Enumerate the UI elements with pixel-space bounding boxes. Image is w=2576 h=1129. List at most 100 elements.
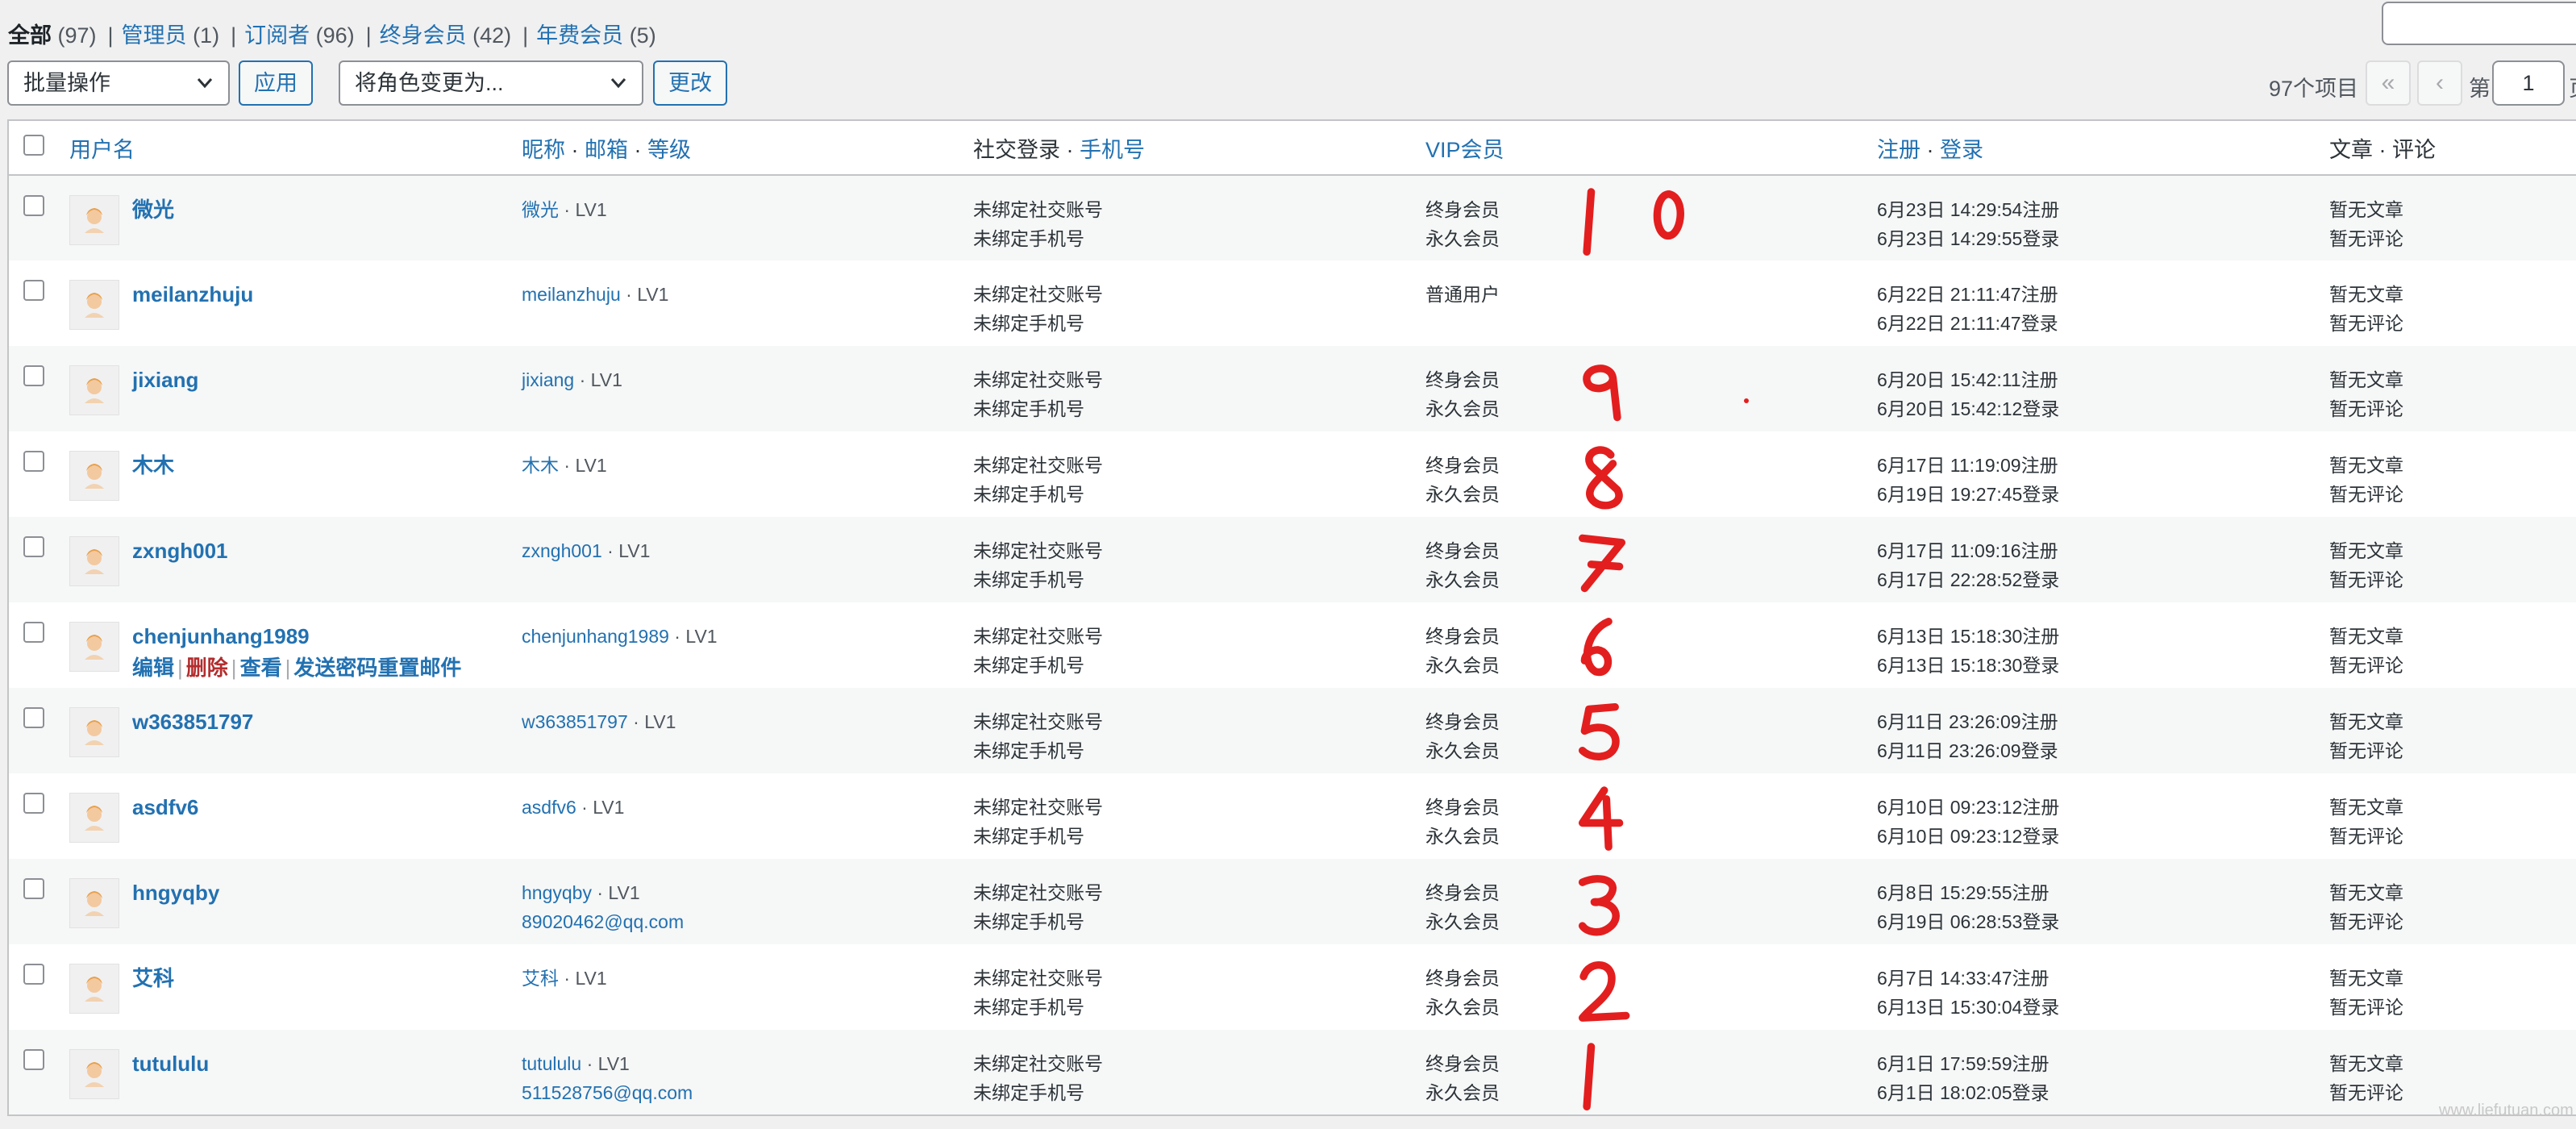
- row-checkbox[interactable]: [23, 365, 44, 386]
- email-link[interactable]: 511528756@qq.com: [522, 1082, 693, 1103]
- login-time: 6月19日 19:27:45登录: [1877, 484, 2060, 505]
- delete-link[interactable]: 删除: [186, 656, 228, 680]
- bulk-action-select[interactable]: 批量操作: [7, 60, 230, 106]
- table-row: zxngh001 zxngh001 · LV1 未绑定社交账号 未绑定手机号 终身会员永…: [8, 517, 2576, 602]
- nick-link[interactable]: w363851797: [522, 711, 628, 732]
- row-checkbox[interactable]: [23, 964, 44, 985]
- vip-cell: 终身会员 永久会员: [1425, 944, 1877, 1030]
- register-time: 6月8日 15:29:55注册: [1877, 882, 2050, 903]
- change-role-button[interactable]: 更改: [653, 60, 727, 106]
- row-checkbox[interactable]: [23, 1049, 44, 1070]
- row-checkbox[interactable]: [23, 793, 44, 814]
- filter-lifetime[interactable]: 终身会员 (42): [380, 23, 512, 48]
- nick-cell: 艾科 · LV1: [522, 968, 607, 989]
- date-cell: 6月7日 14:33:47注册 6月13日 15:30:04登录: [1877, 944, 2329, 1030]
- username-link[interactable]: 木木: [132, 453, 174, 477]
- row-checkbox[interactable]: [23, 280, 44, 301]
- page-label-tail: 页: [2569, 71, 2576, 102]
- username-link[interactable]: jixiang: [132, 368, 198, 392]
- avatar: [69, 878, 119, 928]
- row-checkbox[interactable]: [23, 536, 44, 557]
- chevron-down-icon: [610, 78, 626, 89]
- filter-subscriber[interactable]: 订阅者 (96): [244, 23, 355, 48]
- row-checkbox[interactable]: [23, 622, 44, 643]
- username-link[interactable]: hngyqby: [132, 881, 219, 905]
- search-input[interactable]: [2382, 2, 2576, 45]
- row-checkbox[interactable]: [23, 195, 44, 216]
- nick-cell: meilanzhuju · LV1: [522, 284, 669, 305]
- vip-type: 终身会员: [1425, 882, 1500, 903]
- vip-duration: 永久会员: [1425, 740, 1500, 761]
- username-cell: meilanzhuju: [69, 260, 522, 346]
- posts-count: 暂无文章: [2329, 199, 2403, 220]
- username-cell: chenjunhang1989 编辑 | 删除 | 查看 | 发送密码重置邮件: [69, 602, 522, 688]
- nick-link[interactable]: asdfv6: [522, 797, 576, 818]
- social-cell: 未绑定社交账号 未绑定手机号: [973, 859, 1425, 944]
- nick-link[interactable]: zxngh001: [522, 540, 602, 561]
- username-link[interactable]: meilanzhuju: [132, 282, 253, 306]
- social-status: 未绑定社交账号: [973, 626, 1103, 647]
- filter-all[interactable]: 全部 (97): [8, 23, 97, 48]
- username-link[interactable]: chenjunhang1989: [132, 624, 310, 648]
- apply-button[interactable]: 应用: [239, 60, 313, 106]
- nick-link[interactable]: 微光: [522, 199, 559, 220]
- login-time: 6月17日 22:28:52登录: [1877, 569, 2060, 590]
- social-cell: 未绑定社交账号 未绑定手机号: [973, 1030, 1425, 1115]
- nick-link[interactable]: 木木: [522, 455, 559, 476]
- register-time: 6月17日 11:09:16注册: [1877, 540, 2058, 561]
- nick-link[interactable]: jixiang: [522, 369, 574, 390]
- nick-link[interactable]: 艾科: [522, 968, 559, 989]
- social-status: 未绑定社交账号: [973, 1053, 1103, 1074]
- vip-duration: 永久会员: [1425, 1082, 1500, 1103]
- table-row: jixiang jixiang · LV1 未绑定社交账号 未绑定手机号 终身会员 永久会…: [8, 346, 2576, 431]
- row-checkbox[interactable]: [23, 707, 44, 728]
- filter-admin[interactable]: 管理员 (1): [122, 23, 220, 48]
- nick-cell: hngyqby · LV1 89020462@qq.com: [522, 882, 685, 932]
- comments-count: 暂无评论: [2329, 997, 2403, 1018]
- table-header: 用户名 昵称 · 邮箱 · 等级 社交登录 · 手机号 VIP会员 注册 · 登…: [8, 120, 2576, 175]
- vip-duration: 永久会员: [1425, 911, 1500, 932]
- phone-status: 未绑定手机号: [973, 569, 1084, 590]
- level-label: LV1: [685, 626, 718, 647]
- phone-status: 未绑定手机号: [973, 826, 1084, 847]
- avatar: [69, 964, 119, 1014]
- username-link[interactable]: 艾科: [132, 966, 174, 990]
- role-change-select[interactable]: 将角色变更为...: [339, 60, 643, 106]
- view-link[interactable]: 查看: [240, 656, 282, 680]
- vip-duration: 永久会员: [1425, 484, 1500, 505]
- level-label: LV1: [618, 540, 651, 561]
- login-time: 6月22日 21:11:47登录: [1877, 313, 2058, 334]
- reset-password-link[interactable]: 发送密码重置邮件: [293, 656, 461, 680]
- date-cell: 6月8日 15:29:55注册 6月19日 06:28:53登录: [1877, 859, 2329, 944]
- email-link[interactable]: 89020462@qq.com: [522, 911, 684, 932]
- first-page-button[interactable]: «: [2366, 60, 2411, 106]
- nick-link[interactable]: hngyqby: [522, 882, 592, 903]
- date-cell: 6月22日 21:11:47注册 6月22日 21:11:47登录: [1877, 260, 2329, 346]
- posts-count: 暂无文章: [2329, 626, 2403, 647]
- row-checkbox[interactable]: [23, 451, 44, 472]
- username-link[interactable]: asdfv6: [132, 795, 198, 819]
- row-checkbox[interactable]: [23, 878, 44, 899]
- nick-link[interactable]: tutululu: [522, 1053, 581, 1074]
- prev-page-button[interactable]: ‹: [2417, 60, 2462, 106]
- row-checkbox-cell: [8, 260, 69, 346]
- edit-link[interactable]: 编辑: [132, 656, 174, 680]
- select-all-checkbox[interactable]: [23, 134, 44, 156]
- social-cell: 未绑定社交账号 未绑定手机号: [973, 517, 1425, 602]
- social-cell: 未绑定社交账号 未绑定手机号: [973, 688, 1425, 773]
- divider: |: [107, 23, 114, 48]
- username-link[interactable]: tutululu: [132, 1052, 209, 1076]
- username-link[interactable]: 微光: [132, 198, 174, 222]
- table-row: 木木 木木 · LV1 未绑定社交账号 未绑定手机号 终身会员 永久会员 6月17日 11:…: [8, 431, 2576, 517]
- nick-link[interactable]: chenjunhang1989: [522, 626, 669, 647]
- register-time: 6月20日 15:42:11注册: [1877, 369, 2058, 390]
- date-cell: 6月23日 14:29:54注册 6月23日 14:29:55登录: [1877, 175, 2329, 260]
- avatar: [69, 793, 119, 843]
- current-page-input[interactable]: 1: [2492, 60, 2565, 106]
- username-link[interactable]: w363851797: [132, 710, 253, 734]
- username-link[interactable]: zxngh001: [132, 539, 228, 563]
- vip-cell: 终身会员 永久会员: [1425, 517, 1877, 602]
- filter-annual[interactable]: 年费会员 (5): [536, 23, 656, 48]
- social-status: 未绑定社交账号: [973, 455, 1103, 476]
- nick-link[interactable]: meilanzhuju: [522, 284, 621, 305]
